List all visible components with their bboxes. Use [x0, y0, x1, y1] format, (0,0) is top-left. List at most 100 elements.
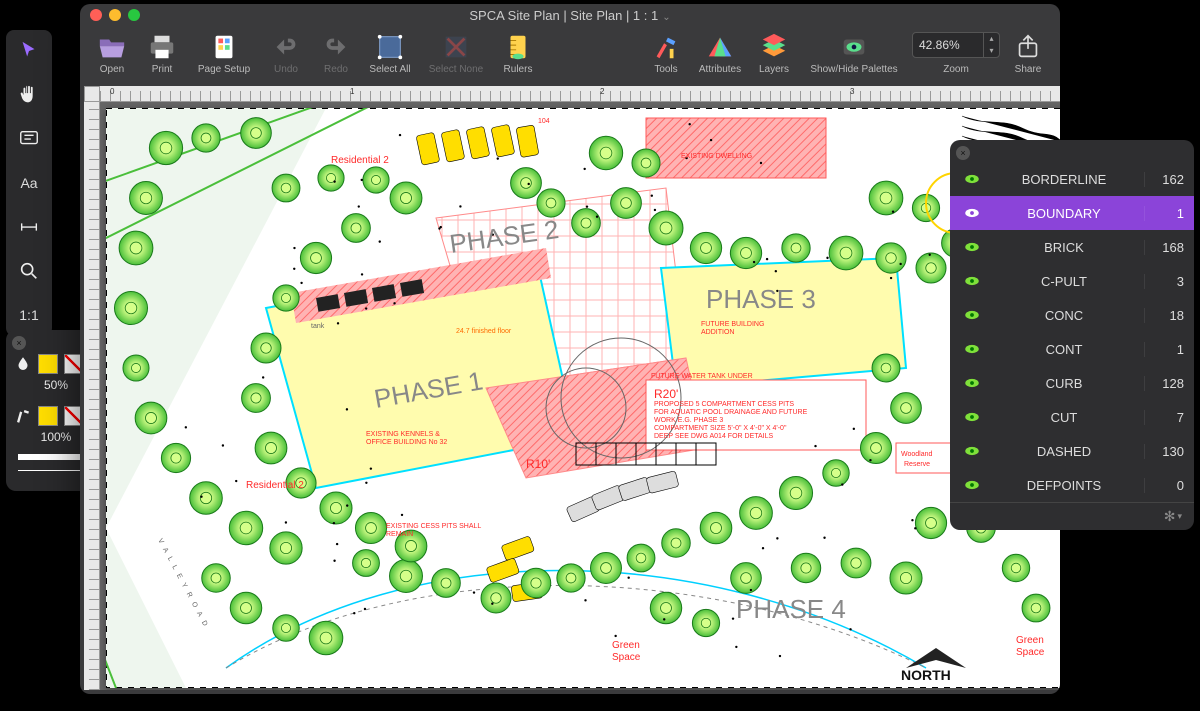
drawing-page[interactable]: PHASE 1 PHASE 2 PHASE 3 PHASE 4 Resident… [106, 108, 1060, 688]
redo-button[interactable]: Redo [314, 28, 358, 77]
window-controls [90, 9, 140, 21]
layer-row[interactable]: DEFPOINTS0 [950, 468, 1194, 502]
layer-name: CURB [984, 376, 1144, 391]
layer-count: 162 [1144, 172, 1184, 187]
select-none-button[interactable]: Select None [422, 28, 490, 77]
document-window: SPCA Site Plan | Site Plan | 1 : 1⌄ Open… [80, 4, 1060, 694]
redo-icon [318, 30, 354, 64]
layers-settings-button[interactable]: ✻ ▾ [950, 502, 1194, 530]
layer-visibility-icon[interactable] [960, 408, 984, 426]
printer-icon [144, 30, 180, 64]
svg-text:R20': R20' [654, 387, 678, 401]
layer-row[interactable]: BRICK168 [950, 230, 1194, 264]
svg-text:WORK E.G. PHASE 3: WORK E.G. PHASE 3 [654, 417, 723, 424]
left-tool-strip: Aa 1:1 [6, 30, 52, 336]
stroke-icon [14, 407, 32, 425]
layer-visibility-icon[interactable] [960, 306, 984, 324]
layer-row[interactable]: DASHED130 [950, 434, 1194, 468]
palette-close-icon[interactable]: × [956, 146, 970, 160]
window-title[interactable]: SPCA Site Plan | Site Plan | 1 : 1⌄ [140, 8, 1000, 23]
pan-tool[interactable] [12, 80, 46, 110]
layer-row[interactable]: CONC18 [950, 298, 1194, 332]
open-button[interactable]: Open [90, 28, 134, 77]
layer-count: 130 [1144, 444, 1184, 459]
zoom-tool[interactable] [12, 256, 46, 286]
layer-name: C-PULT [984, 274, 1144, 289]
titlebar: SPCA Site Plan | Site Plan | 1 : 1⌄ [80, 4, 1060, 26]
layers-palette: × BORDERLINE162BOUNDARY1BRICK168C-PULT3C… [950, 140, 1194, 530]
layer-row[interactable]: CUT7 [950, 400, 1194, 434]
layer-visibility-icon[interactable] [960, 272, 984, 290]
palette-close-icon[interactable]: × [12, 336, 26, 350]
text-tool[interactable]: Aa [12, 168, 46, 198]
svg-text:OFFICE BUILDING No 32: OFFICE BUILDING No 32 [366, 439, 447, 446]
svg-text:104: 104 [538, 118, 550, 125]
comment-tool[interactable] [12, 124, 46, 154]
svg-text:REMAIN: REMAIN [386, 531, 413, 538]
canvas[interactable]: PHASE 1 PHASE 2 PHASE 3 PHASE 4 Resident… [100, 102, 1060, 690]
svg-text:NORTH: NORTH [901, 667, 951, 683]
svg-text:PROPOSED 5 COMPARTMENT CESS PI: PROPOSED 5 COMPARTMENT CESS PITS [654, 401, 794, 408]
layer-row[interactable]: BOUNDARY1 [950, 196, 1194, 230]
layer-visibility-icon[interactable] [960, 476, 984, 494]
layer-name: CONT [984, 342, 1144, 357]
svg-text:DEEP SEE DWG A014 FOR DETAILS: DEEP SEE DWG A014 FOR DETAILS [654, 433, 773, 440]
layer-visibility-icon[interactable] [960, 170, 984, 188]
svg-text:V A L L E Y R O A D: V A L L E Y R O A D [156, 538, 209, 629]
minimize-window-button[interactable] [109, 9, 121, 21]
layer-count: 1 [1144, 342, 1184, 357]
horizontal-ruler[interactable]: 0123 [100, 86, 1060, 102]
stroke-color-swatch[interactable] [38, 406, 58, 426]
svg-text:PHASE 4: PHASE 4 [736, 594, 846, 624]
tools-button[interactable]: Tools [644, 28, 688, 77]
undo-button[interactable]: Undo [264, 28, 308, 77]
layer-name: BRICK [984, 240, 1144, 255]
layer-visibility-icon[interactable] [960, 204, 984, 222]
layer-visibility-icon[interactable] [960, 374, 984, 392]
fill-color-swatch[interactable] [38, 354, 58, 374]
svg-text:Reserve: Reserve [904, 461, 930, 468]
layer-visibility-icon[interactable] [960, 340, 984, 358]
print-button[interactable]: Print [140, 28, 184, 77]
zoom-control: ▴▾ Zoom [912, 28, 1000, 75]
svg-text:EXISTING CESS PITS SHALL: EXISTING CESS PITS SHALL [386, 523, 481, 530]
layer-row[interactable]: CONT1 [950, 332, 1194, 366]
layers-button[interactable]: Layers [752, 28, 796, 77]
pointer-tool[interactable] [12, 36, 46, 66]
layer-count: 128 [1144, 376, 1184, 391]
svg-text:24.7 finished floor: 24.7 finished floor [456, 328, 512, 335]
palettes-button[interactable]: Show/Hide Palettes [802, 28, 906, 77]
attributes-button[interactable]: Attributes [694, 28, 746, 77]
close-window-button[interactable] [90, 9, 102, 21]
share-button[interactable]: Share [1006, 28, 1050, 77]
select-all-button[interactable]: Select All [364, 28, 416, 77]
layer-visibility-icon[interactable] [960, 238, 984, 256]
vertical-ruler[interactable] [84, 102, 100, 690]
layer-count: 7 [1144, 410, 1184, 425]
svg-text:Space: Space [1016, 647, 1045, 658]
svg-text:Residential 2: Residential 2 [246, 480, 304, 491]
zoom-stepper[interactable]: ▴▾ [983, 33, 999, 57]
measure-tool[interactable] [12, 212, 46, 242]
svg-text:EXISTING KENNELS &: EXISTING KENNELS & [366, 431, 440, 438]
tools-icon [648, 30, 684, 64]
layer-row[interactable]: C-PULT3 [950, 264, 1194, 298]
svg-text:FOR AQUATIC POOL DRAINAGE AND: FOR AQUATIC POOL DRAINAGE AND FUTURE [654, 409, 808, 416]
actual-size-tool[interactable]: 1:1 [12, 300, 46, 330]
rulers-button[interactable]: Rulers [496, 28, 540, 77]
layer-count: 168 [1144, 240, 1184, 255]
select-all-icon [372, 30, 408, 64]
page-setup-button[interactable]: Page Setup [190, 28, 258, 77]
layer-row[interactable]: CURB128 [950, 366, 1194, 400]
fill-icon [14, 355, 32, 373]
layer-visibility-icon[interactable] [960, 442, 984, 460]
zoom-window-button[interactable] [128, 9, 140, 21]
attributes-icon [702, 30, 738, 64]
svg-text:EXISTING DWELLING: EXISTING DWELLING [681, 153, 752, 160]
layer-row[interactable]: BORDERLINE162 [950, 162, 1194, 196]
svg-text:Space: Space [612, 652, 641, 663]
title-dropdown-icon: ⌄ [662, 12, 670, 23]
layer-name: DEFPOINTS [984, 478, 1144, 493]
zoom-input[interactable] [913, 38, 983, 52]
ruler-origin[interactable] [84, 86, 100, 102]
